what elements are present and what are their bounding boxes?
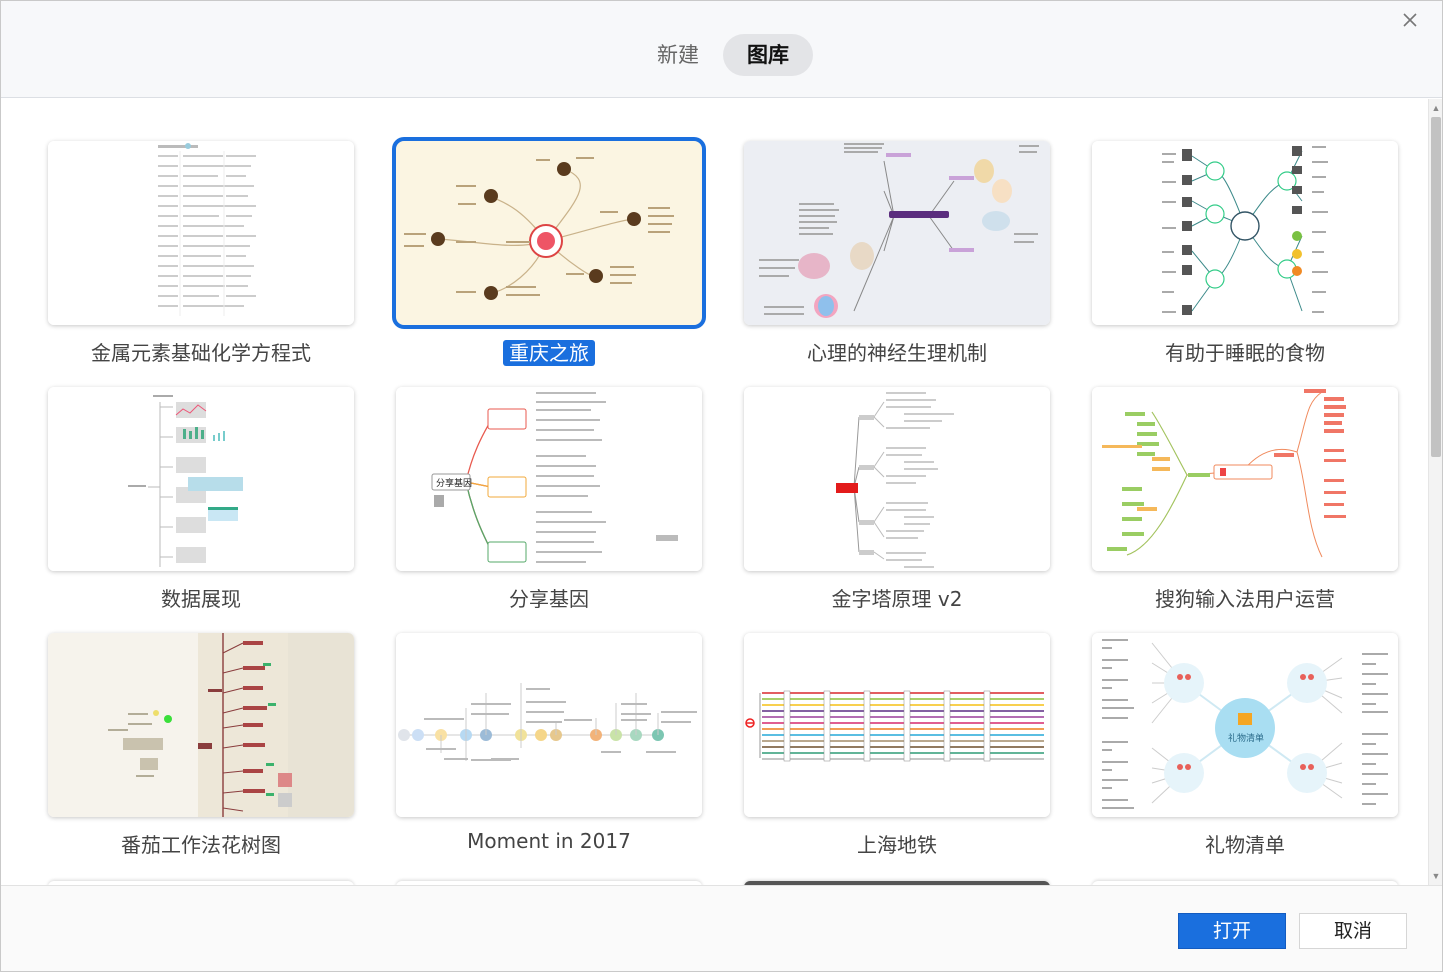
template-title[interactable]: 心理的神经生理机制: [744, 337, 1050, 366]
template-title[interactable]: Moment in 2017: [396, 829, 702, 853]
vertical-scrollbar[interactable]: ▲ ▼: [1428, 99, 1442, 885]
cancel-button[interactable]: 取消: [1299, 913, 1407, 949]
template-gallery: 金属元素基础化学方程式 重庆之旅 心理的神经生理机制 有助于睡眠的食物 数据展现…: [1, 99, 1428, 885]
dialog-header: 新建 图库: [1, 1, 1442, 98]
tab-new[interactable]: 新建: [633, 34, 723, 76]
template-thumbnail[interactable]: 礼物清单: [1092, 633, 1398, 817]
svg-text:礼物清单: 礼物清单: [1228, 732, 1264, 744]
scroll-down-icon[interactable]: ▼: [1431, 871, 1441, 881]
template-thumbnail[interactable]: [396, 633, 702, 817]
close-icon[interactable]: [1397, 7, 1423, 33]
template-thumbnail[interactable]: [744, 141, 1050, 325]
tab-gallery[interactable]: 图库: [723, 34, 813, 76]
scroll-up-icon[interactable]: ▲: [1431, 103, 1441, 113]
template-title[interactable]: 分享基因: [396, 583, 702, 612]
template-title[interactable]: 番茄工作法花树图: [48, 829, 354, 858]
template-title[interactable]: 礼物清单: [1092, 829, 1398, 858]
template-title[interactable]: 搜狗输入法用户运营: [1092, 583, 1398, 612]
scrollbar-thumb[interactable]: [1431, 117, 1441, 457]
template-thumbnail[interactable]: [1092, 387, 1398, 571]
template-thumbnail[interactable]: [744, 633, 1050, 817]
template-thumbnail[interactable]: [744, 387, 1050, 571]
template-thumbnail[interactable]: [1092, 141, 1398, 325]
template-thumbnail[interactable]: [48, 141, 354, 325]
template-title[interactable]: 有助于睡眠的食物: [1092, 337, 1398, 366]
template-thumbnail[interactable]: [392, 137, 706, 329]
library-dialog: 新建 图库 金属元素基础化学方程式 重庆之旅 心理的神经生理机制 有助于睡眠的食…: [0, 0, 1443, 972]
template-thumbnail[interactable]: 分享基因: [396, 387, 702, 571]
template-title[interactable]: 重庆之旅: [396, 337, 702, 366]
dialog-footer: 打开 取消: [1, 885, 1442, 971]
template-title[interactable]: 数据展现: [48, 583, 354, 612]
template-thumbnail[interactable]: [48, 387, 354, 571]
svg-text:分享基因: 分享基因: [436, 477, 472, 489]
open-button[interactable]: 打开: [1178, 913, 1286, 949]
template-title[interactable]: 上海地铁: [744, 829, 1050, 858]
template-title[interactable]: 金属元素基础化学方程式: [48, 337, 354, 366]
template-title[interactable]: 金字塔原理 v2: [744, 583, 1050, 612]
template-thumbnail[interactable]: [48, 633, 354, 817]
